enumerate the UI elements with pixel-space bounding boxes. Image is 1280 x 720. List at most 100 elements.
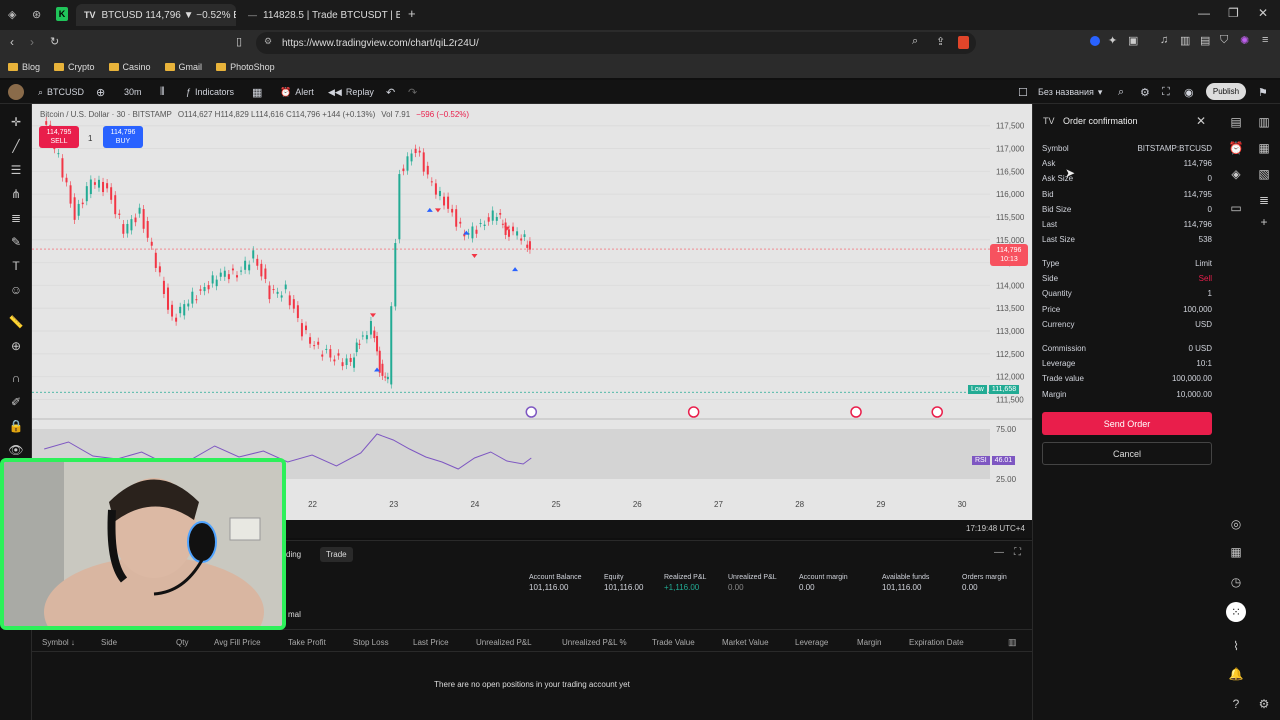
target-icon[interactable]: ◎ — [1228, 516, 1244, 532]
minimize-panel-icon[interactable]: — — [994, 547, 1004, 558]
sidebar-icon[interactable]: ▥ — [1180, 34, 1190, 47]
browser-menu-icon[interactable]: ◈ — [8, 8, 16, 21]
layout-checkbox-icon[interactable]: ☐ — [1018, 84, 1028, 100]
watchlist-icon[interactable]: ⚑ — [1258, 84, 1268, 100]
undo-icon[interactable]: ↶ — [386, 84, 395, 100]
column-header[interactable]: Qty — [176, 638, 188, 647]
media-icon[interactable]: ♫ — [1160, 34, 1168, 46]
publish-button[interactable]: Publish — [1206, 83, 1246, 100]
buy-button[interactable]: 114,796 BUY — [103, 126, 143, 148]
symbol-search-button[interactable]: ⌕ BTCUSD — [38, 84, 84, 100]
bookmark-blog[interactable]: Blog — [8, 62, 40, 72]
templates-icon[interactable]: ▦ — [252, 84, 262, 100]
brush-icon[interactable]: ✎ — [8, 234, 24, 250]
redo-icon[interactable]: ↷ — [408, 84, 417, 100]
broadcast-icon[interactable]: ⌇ — [1228, 638, 1244, 654]
quick-search-icon[interactable]: ⌕ — [1118, 84, 1124, 100]
column-header[interactable]: Market Value — [722, 638, 769, 647]
calendar-side-icon[interactable]: ▦ — [1256, 140, 1272, 156]
column-header[interactable]: Avg Fill Price — [214, 638, 261, 647]
emoji-icon[interactable]: ☺ — [8, 282, 24, 298]
sell-button[interactable]: 114,795 SELL — [39, 126, 79, 148]
kick-icon[interactable]: K — [56, 7, 68, 21]
compare-icon[interactable]: ⊕ — [96, 84, 105, 100]
restore-icon[interactable]: ❐ — [1228, 6, 1239, 20]
text-icon[interactable]: T — [8, 258, 24, 274]
zoom-icon[interactable]: ⌕ — [912, 35, 918, 48]
column-header[interactable]: Symbol ↓ — [42, 638, 75, 647]
column-header[interactable]: Stop Loss — [353, 638, 389, 647]
forward-icon[interactable]: › — [30, 35, 34, 49]
bookmark-casino[interactable]: Casino — [108, 62, 151, 72]
column-header[interactable]: Trade Value — [652, 638, 695, 647]
close-icon[interactable]: ✕ — [1196, 114, 1206, 128]
bookmark-icon[interactable]: ▯ — [236, 35, 242, 48]
fib-icon[interactable]: ≣ — [8, 210, 24, 226]
replay-button[interactable]: ◀◀ Replay — [328, 84, 374, 100]
add-icon[interactable]: + — [1256, 214, 1272, 230]
cancel-button[interactable]: Cancel — [1042, 442, 1212, 465]
wallet-icon[interactable]: ▤ — [1200, 34, 1210, 47]
reload-icon[interactable]: ↻ — [50, 35, 59, 48]
pitchfork-icon[interactable]: ⋔ — [8, 186, 24, 202]
bookmark-photoshop[interactable]: PhotoShop — [216, 62, 275, 72]
bell-icon[interactable]: 🔔 — [1228, 666, 1244, 682]
column-header[interactable]: Unrealized P&L — [476, 638, 532, 647]
lock-icon[interactable]: 🔒 — [8, 418, 24, 434]
help-icon[interactable]: ? — [1228, 696, 1244, 712]
crosshair-icon[interactable]: ✛ — [8, 114, 24, 130]
column-header[interactable]: Leverage — [795, 638, 828, 647]
magnet-icon[interactable]: ∩ — [8, 370, 24, 386]
column-header[interactable]: Margin — [857, 638, 881, 647]
calendar-icon[interactable]: ▦ — [1228, 544, 1244, 560]
news-icon[interactable]: ▥ — [1256, 114, 1272, 130]
sub-tab-normal[interactable]: mal — [288, 610, 301, 619]
settings-icon[interactable]: ⚙ — [1256, 696, 1272, 712]
back-icon[interactable]: ‹ — [10, 35, 14, 49]
watchlist-panel-icon[interactable]: ▤ — [1228, 114, 1244, 130]
ideas-icon[interactable]: ▧ — [1256, 166, 1272, 182]
tab-bybit[interactable]: — 114828.5 | Trade BTCUSDT | Bybit ✕ — [240, 4, 400, 26]
menu-icon[interactable]: ≡ — [1262, 34, 1268, 46]
interval-button[interactable]: 30m — [124, 84, 142, 100]
window-close-icon[interactable]: ✕ — [1258, 6, 1268, 20]
horizontal-lines-icon[interactable]: ☰ — [8, 162, 24, 178]
new-tab-icon[interactable]: + — [408, 6, 416, 21]
ruler-icon[interactable]: 📏 — [8, 314, 24, 330]
columns-settings-icon[interactable]: ▥ — [1008, 637, 1017, 648]
layers-icon[interactable]: ◈ — [1228, 166, 1244, 182]
column-header[interactable]: Side — [101, 638, 117, 647]
site-settings-icon[interactable]: ⚙ — [264, 36, 272, 47]
dots-grid-icon[interactable]: ⁙ — [1226, 602, 1246, 622]
vpn-icon[interactable]: ⛉ — [1220, 34, 1228, 47]
avatar[interactable] — [8, 84, 24, 100]
capture-icon[interactable]: ▣ — [1128, 34, 1138, 47]
maximize-panel-icon[interactable]: ⛶ — [1014, 547, 1021, 558]
gear-icon[interactable]: ⚙ — [1140, 84, 1150, 100]
alert-button[interactable]: ⏰ Alert — [280, 84, 314, 100]
chart-type-icon[interactable]: ⫴ — [160, 84, 165, 100]
brave-shield-icon[interactable] — [958, 36, 969, 49]
column-header[interactable]: Last Price — [413, 638, 449, 647]
send-order-button[interactable]: Send Order — [1042, 412, 1212, 435]
fullscreen-icon[interactable]: ⛶ — [1162, 84, 1170, 100]
column-header[interactable]: Expiration Date — [909, 638, 964, 647]
share-icon[interactable]: ⇪ — [936, 35, 945, 48]
eye-icon[interactable]: 👁 — [8, 442, 24, 458]
indicators-button[interactable]: ƒ Indicators — [186, 84, 234, 100]
tab-trade[interactable]: Trade — [320, 547, 353, 562]
trendline-icon[interactable]: ╱ — [8, 138, 24, 154]
bookmark-gmail[interactable]: Gmail — [164, 62, 202, 72]
timer-icon[interactable]: ◷ — [1228, 574, 1244, 590]
camera-icon[interactable]: ◉ — [1184, 84, 1194, 100]
ai-icon[interactable]: ✺ — [1240, 34, 1249, 47]
puzzle-icon[interactable]: ✦ — [1108, 34, 1117, 47]
zoom-in-icon[interactable]: ⊕ — [8, 338, 24, 354]
layout-name-button[interactable]: Без названия ▾ — [1038, 84, 1102, 100]
minimize-icon[interactable]: — — [1198, 6, 1210, 20]
column-header[interactable]: Take Profit — [288, 638, 326, 647]
bookmark-crypto[interactable]: Crypto — [54, 62, 95, 72]
column-header[interactable]: Unrealized P&L % — [562, 638, 627, 647]
tab-tradingview[interactable]: TV BTCUSD 114,796 ▼ −0.52% Без ✕ — [76, 4, 236, 26]
url-field[interactable]: ⚙ https://www.tradingview.com/chart/qiL2… — [256, 32, 976, 54]
